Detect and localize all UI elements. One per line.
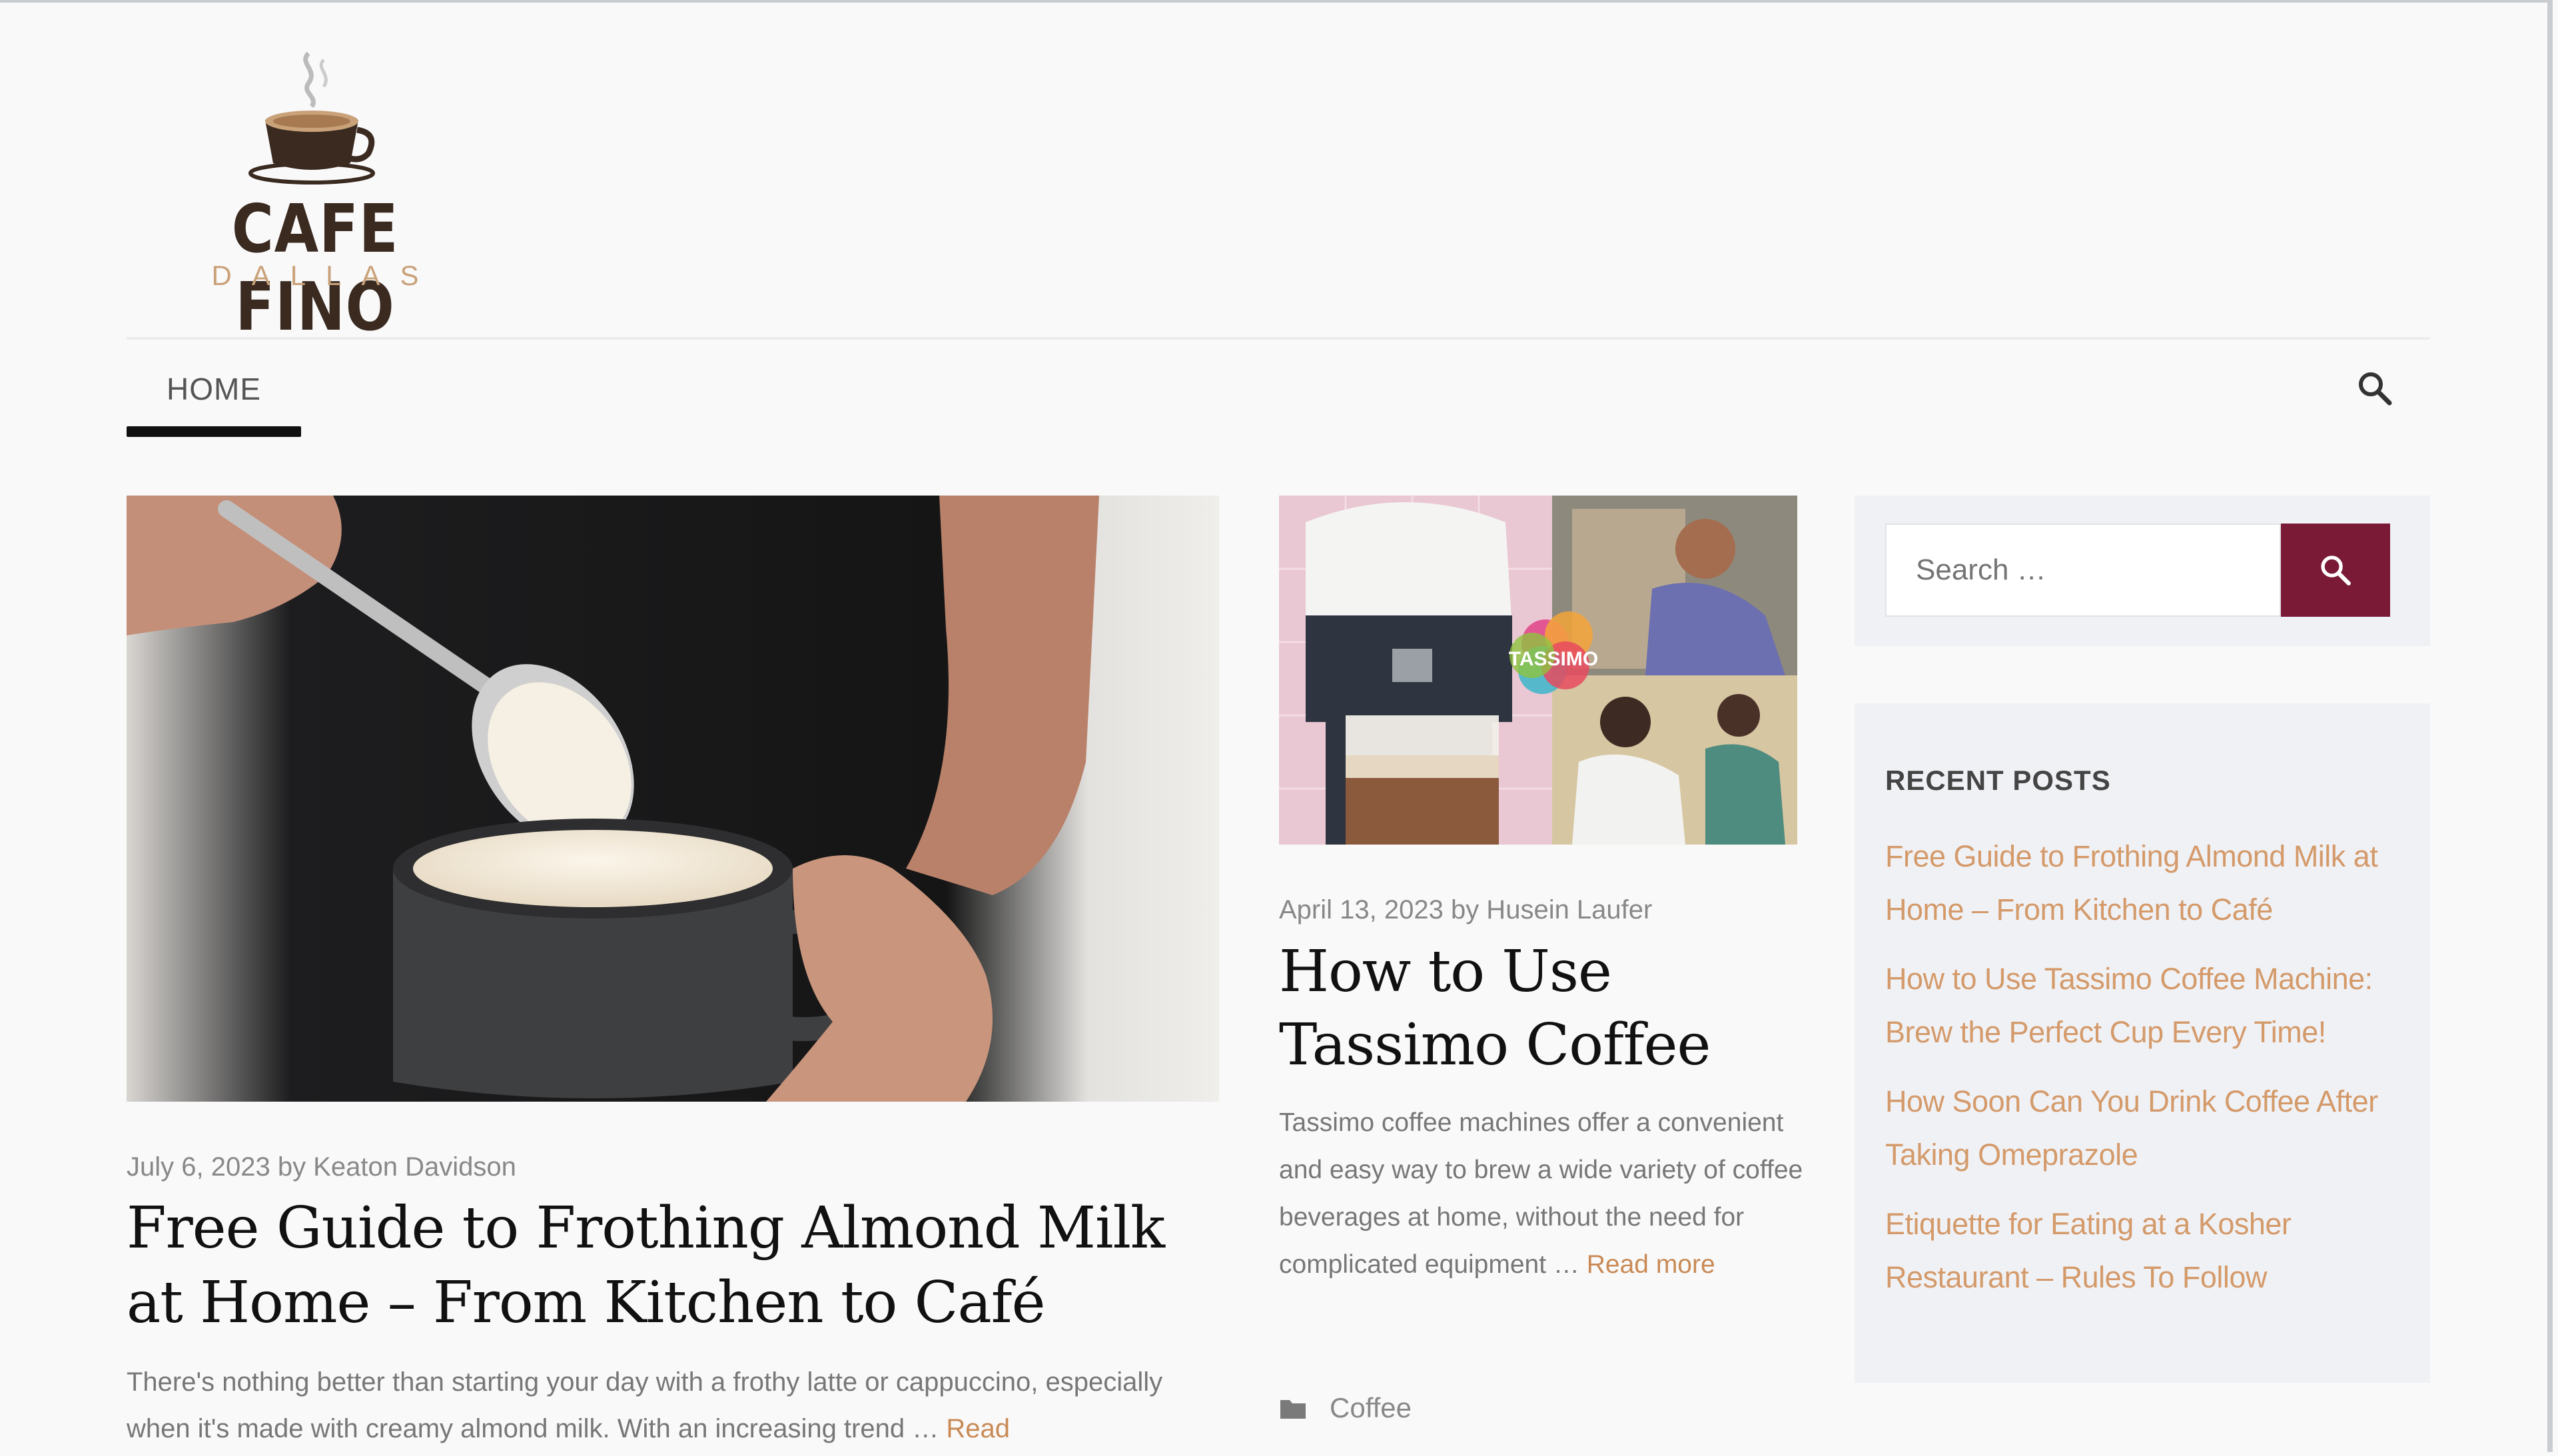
recent-post-link[interactable]: Etiquette for Eating at a Kosher Restaur… bbox=[1885, 1198, 2418, 1304]
tassimo-logo-text: TASSIMO bbox=[1509, 648, 1598, 670]
folder-icon bbox=[1280, 1400, 1306, 1419]
featured-post-meta: July 6, 2023 by Keaton Davidson bbox=[127, 1152, 516, 1182]
tassimo-post-image[interactable]: TASSIMO bbox=[1279, 496, 1797, 845]
read-more-link[interactable]: Read bbox=[946, 1414, 1010, 1443]
recent-posts-widget: RECENT POSTS Free Guide to Frothing Almo… bbox=[1855, 703, 2430, 1383]
site-logo[interactable]: CAFE FINO DALLAS bbox=[165, 47, 465, 346]
tassimo-post-meta: April 13, 2023 by Husein Laufer bbox=[1279, 895, 1653, 924]
search-icon bbox=[2321, 555, 2351, 585]
recent-post-link[interactable]: How Soon Can You Drink Coffee After Taki… bbox=[1885, 1075, 2418, 1182]
excerpt-text: Tassimo coffee machines offer a convenie… bbox=[1279, 1108, 1803, 1279]
header-divider bbox=[127, 337, 2430, 340]
recent-post-link[interactable]: Free Guide to Frothing Almond Milk at Ho… bbox=[1885, 830, 2418, 936]
sidebar-search-widget bbox=[1855, 496, 2430, 646]
read-more-link[interactable]: Read more bbox=[1587, 1250, 1715, 1279]
post-category: Coffee bbox=[1279, 1392, 1412, 1424]
featured-post-excerpt: There's nothing better than starting you… bbox=[127, 1359, 1232, 1452]
featured-post-image[interactable] bbox=[127, 496, 1219, 1102]
tassimo-post-excerpt: Tassimo coffee machines offer a convenie… bbox=[1279, 1099, 1812, 1288]
coffee-cup-icon bbox=[248, 51, 375, 184]
tassimo-post-title[interactable]: How to Use Tassimo Coffee bbox=[1279, 935, 1812, 1082]
recent-posts-heading: RECENT POSTS bbox=[1885, 765, 2111, 796]
sidebar-search-button[interactable] bbox=[2281, 524, 2390, 617]
recent-posts-list: Free Guide to Frothing Almond Milk at Ho… bbox=[1885, 830, 2418, 1320]
featured-post-title[interactable]: Free Guide to Frothing Almond Milk at Ho… bbox=[127, 1191, 1232, 1340]
recent-post-link[interactable]: How to Use Tassimo Coffee Machine: Brew … bbox=[1885, 952, 2418, 1059]
category-link[interactable]: Coffee bbox=[1330, 1392, 1412, 1424]
search-icon[interactable] bbox=[2355, 368, 2395, 408]
nav-active-indicator bbox=[127, 426, 301, 437]
sidebar-search-input[interactable] bbox=[1885, 524, 2281, 617]
logo-subtitle: DALLAS bbox=[211, 260, 439, 291]
